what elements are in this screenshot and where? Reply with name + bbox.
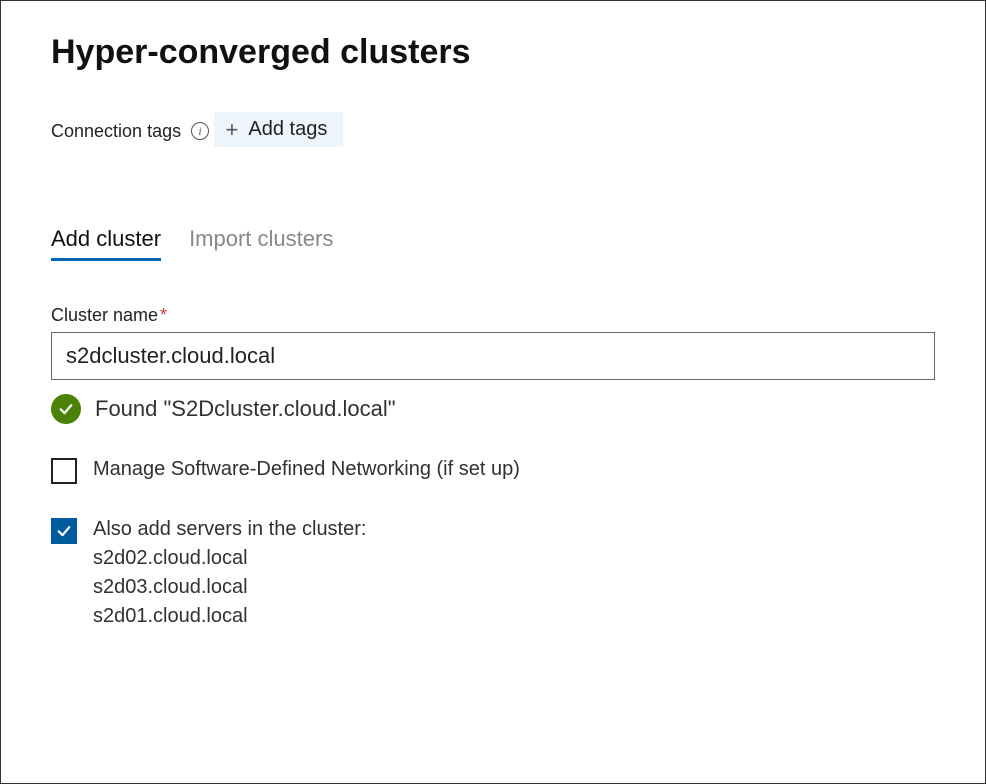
info-icon[interactable]: i: [191, 122, 209, 140]
server-item: s2d03.cloud.local: [93, 576, 366, 599]
add-tags-label: Add tags: [248, 118, 327, 141]
status-message: Found "S2Dcluster.cloud.local": [95, 396, 396, 422]
page-title: Hyper-converged clusters: [51, 33, 935, 72]
server-item: s2d02.cloud.local: [93, 547, 366, 570]
tab-import-clusters[interactable]: Import clusters: [189, 226, 333, 261]
required-asterisk: *: [160, 305, 167, 325]
server-item: s2d01.cloud.local: [93, 605, 366, 628]
tabs: Add cluster Import clusters: [51, 226, 935, 261]
add-servers-block: Also add servers in the cluster: s2d02.c…: [93, 518, 366, 628]
plus-icon: +: [226, 119, 239, 141]
tab-add-cluster[interactable]: Add cluster: [51, 226, 161, 261]
add-servers-row: Also add servers in the cluster: s2d02.c…: [51, 518, 935, 628]
sdn-label: Manage Software-Defined Networking (if s…: [93, 458, 520, 481]
cluster-name-label: Cluster name*: [51, 305, 935, 326]
connection-tags-text: Connection tags: [51, 121, 181, 142]
cluster-name-input[interactable]: [51, 332, 935, 380]
add-servers-label: Also add servers in the cluster:: [93, 518, 366, 541]
cluster-name-label-text: Cluster name: [51, 305, 158, 325]
status-row: Found "S2Dcluster.cloud.local": [51, 394, 935, 424]
add-servers-checkbox[interactable]: [51, 518, 77, 544]
connection-tags-label: Connection tags i: [51, 121, 209, 142]
success-icon: [51, 394, 81, 424]
add-tags-button[interactable]: + Add tags: [214, 112, 344, 147]
sdn-checkbox[interactable]: [51, 458, 77, 484]
sdn-row: Manage Software-Defined Networking (if s…: [51, 458, 935, 484]
